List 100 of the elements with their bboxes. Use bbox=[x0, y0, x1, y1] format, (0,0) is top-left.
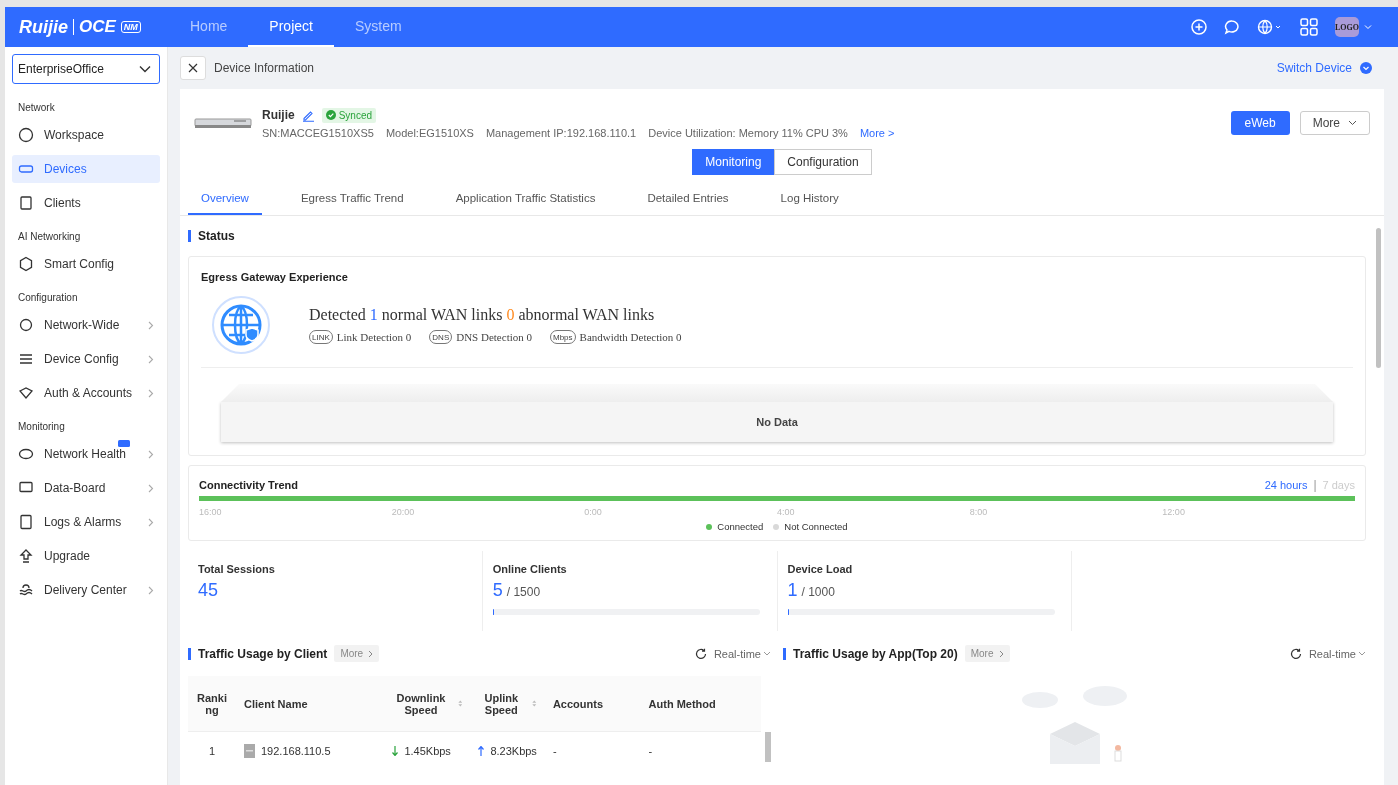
edit-icon[interactable] bbox=[301, 108, 315, 122]
gateway-device-icon bbox=[194, 117, 252, 129]
sidebar-item[interactable]: Upgrade bbox=[12, 542, 160, 570]
sidebar-item[interactable]: Workspace bbox=[12, 121, 160, 149]
menu-group-heading: Network bbox=[17, 101, 56, 115]
table-cell: - bbox=[640, 731, 761, 770]
menu-icon bbox=[18, 514, 34, 530]
sidebar-item[interactable]: Delivery Center bbox=[12, 576, 160, 604]
down-arrow-icon bbox=[392, 746, 399, 756]
tab[interactable]: Detailed Entries bbox=[634, 181, 742, 215]
scrollbar-thumb[interactable] bbox=[1376, 228, 1381, 368]
chevron-right-icon bbox=[148, 354, 154, 364]
section-title: Traffic Usage by Client bbox=[188, 647, 328, 660]
menu-icon bbox=[18, 317, 34, 333]
stat-label: Device Load bbox=[787, 563, 854, 575]
menu-icon bbox=[18, 446, 34, 462]
chevron-down-icon bbox=[139, 65, 151, 73]
legend-label: Connected bbox=[717, 521, 764, 532]
menu-icon bbox=[18, 256, 34, 272]
beta-badge-icon bbox=[118, 440, 130, 447]
project-select[interactable]: EnterpriseOffice bbox=[12, 54, 160, 84]
stat-label: Online Clients bbox=[492, 563, 568, 575]
mode-tab[interactable]: Monitoring bbox=[692, 149, 775, 175]
more-link[interactable]: More > bbox=[859, 126, 895, 139]
tab[interactable]: Egress Traffic Trend bbox=[287, 181, 417, 215]
eweb-button[interactable]: eWeb bbox=[1230, 111, 1290, 135]
sidebar-item[interactable]: Network Health bbox=[12, 440, 160, 468]
range-separator: | bbox=[1313, 478, 1317, 492]
refresh-icon[interactable] bbox=[694, 647, 707, 660]
sidebar-item[interactable]: Logs & Alarms bbox=[12, 508, 160, 536]
up-arrow-icon bbox=[478, 746, 485, 756]
section-title: Status bbox=[188, 230, 1366, 242]
stat-value: 45 bbox=[198, 580, 219, 601]
globe-icon[interactable] bbox=[1257, 19, 1283, 35]
product-badge: NM bbox=[120, 21, 141, 33]
column-header: Downlink Speed bbox=[384, 676, 471, 732]
apps-grid-icon[interactable] bbox=[1300, 18, 1318, 36]
card-title: Connectivity Trend bbox=[199, 479, 299, 491]
device-name: Ruijie bbox=[262, 108, 295, 122]
sidebar-item[interactable]: Auth & Accounts bbox=[12, 379, 160, 407]
time-label: 8:00 bbox=[969, 507, 989, 517]
detection-count: Link Detection 0 bbox=[336, 331, 412, 343]
scrollbar-thumb[interactable] bbox=[765, 732, 771, 762]
add-icon[interactable] bbox=[1191, 19, 1207, 35]
chevron-right-icon bbox=[148, 388, 154, 398]
nav-tab[interactable]: Project bbox=[248, 7, 334, 47]
menu-icon bbox=[18, 582, 34, 598]
chevron-right-icon bbox=[368, 649, 374, 658]
empty-state: No Data bbox=[221, 402, 1333, 442]
chevron-down-icon bbox=[763, 651, 771, 656]
column-header: Ranking bbox=[188, 676, 236, 732]
table-cell: 1.45Kbps bbox=[404, 745, 451, 757]
switch-device-link[interactable]: Switch Device bbox=[1276, 61, 1352, 75]
sidebar-item[interactable]: Smart Config bbox=[12, 250, 160, 278]
close-button[interactable] bbox=[180, 56, 206, 80]
caret-icon[interactable] bbox=[1364, 24, 1372, 30]
mode-tab[interactable]: Configuration bbox=[774, 149, 872, 175]
sync-status-tag: Synced bbox=[321, 107, 377, 123]
user-avatar[interactable]: LOGO bbox=[1335, 17, 1359, 37]
tab[interactable]: Application Traffic Statistics bbox=[442, 181, 609, 215]
time-label: 0:00 bbox=[584, 507, 603, 517]
range-select[interactable]: Real-time bbox=[1308, 647, 1366, 660]
model-text: Model:EG1510XS bbox=[385, 126, 474, 139]
time-range-option[interactable]: 24 hours bbox=[1264, 479, 1308, 491]
column-header: Uplink Speed bbox=[470, 676, 545, 732]
chevron-right-icon bbox=[998, 649, 1004, 658]
chevron-down-circle-icon bbox=[1360, 62, 1372, 74]
menu-group-heading: AI Networking bbox=[17, 230, 82, 244]
management-ip: Management IP:192.168.110.1 bbox=[485, 126, 637, 139]
chevron-down-icon bbox=[1358, 651, 1366, 656]
chevron-right-icon bbox=[148, 449, 154, 459]
chevron-right-icon bbox=[148, 585, 154, 595]
chevron-down-icon bbox=[1348, 120, 1357, 126]
table-cell: 8.23Kbps bbox=[490, 745, 537, 757]
serial-number: SN:MACCEG1510XS5 bbox=[262, 126, 374, 139]
menu-icon bbox=[18, 385, 34, 401]
table-cell: - bbox=[544, 731, 641, 770]
time-label: 4:00 bbox=[777, 507, 796, 517]
tab[interactable]: Log History bbox=[767, 181, 852, 215]
chat-icon[interactable] bbox=[1224, 19, 1240, 35]
product-name: OCE bbox=[79, 17, 116, 37]
detection-count: Bandwidth Detection 0 bbox=[579, 331, 682, 343]
tab[interactable]: Overview bbox=[188, 181, 262, 215]
sidebar-item[interactable]: Devices bbox=[12, 155, 160, 183]
chevron-right-icon bbox=[148, 483, 154, 493]
range-select[interactable]: Real-time bbox=[713, 647, 771, 660]
detection-icon: LINK bbox=[309, 330, 333, 344]
sidebar-item[interactable]: Device Config bbox=[12, 345, 160, 373]
refresh-icon[interactable] bbox=[1289, 647, 1302, 660]
menu-group-heading: Monitoring bbox=[17, 420, 66, 434]
sidebar-item[interactable]: Data-Board bbox=[12, 474, 160, 502]
time-label: 20:00 bbox=[391, 507, 416, 517]
sidebar-item[interactable]: Network-Wide bbox=[12, 311, 160, 339]
more-button[interactable]: More bbox=[1299, 111, 1370, 135]
menu-icon bbox=[18, 548, 34, 564]
sidebar-item[interactable]: Clients bbox=[12, 189, 160, 217]
column-header: Accounts bbox=[544, 676, 641, 732]
table-cell: 192.168.110.5 bbox=[261, 745, 331, 757]
legend-label: Not Connected bbox=[784, 521, 848, 532]
menu-icon bbox=[18, 195, 34, 211]
